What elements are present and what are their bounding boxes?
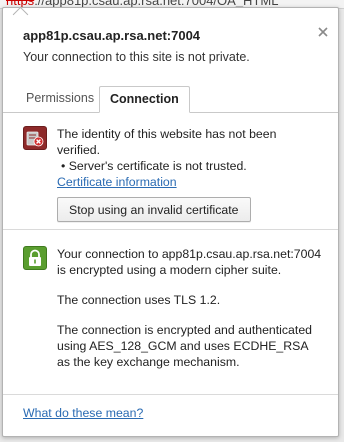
identity-bullet: • Server's certificate is not trusted. bbox=[61, 159, 247, 173]
popup-arrow bbox=[12, 6, 29, 23]
close-icon[interactable] bbox=[316, 26, 330, 40]
connection-cipher-text: The connection is encrypted and authenti… bbox=[57, 323, 312, 369]
connection-encryption-text: Your connection to app81p.csau.ap.rsa.ne… bbox=[57, 247, 322, 277]
site-title: app81p.csau.ap.rsa.net:7004 bbox=[23, 28, 201, 43]
certificate-error-icon bbox=[23, 126, 47, 150]
site-subtitle: Your connection to this site is not priv… bbox=[23, 50, 250, 64]
popup-footer: What do these mean? bbox=[23, 406, 143, 420]
close-icon-glyph bbox=[318, 27, 328, 37]
certificate-error-glyph bbox=[26, 131, 44, 147]
connection-tls-text: The connection uses TLS 1.2. bbox=[57, 293, 221, 307]
connection-section: Your connection to app81p.csau.ap.rsa.ne… bbox=[23, 246, 322, 370]
tab-permissions[interactable]: Permissions bbox=[16, 86, 104, 111]
lock-icon bbox=[23, 246, 47, 270]
stop-using-invalid-certificate-button[interactable]: Stop using an invalid certificate bbox=[57, 197, 251, 222]
section-divider bbox=[3, 229, 338, 230]
tab-connection[interactable]: Connection bbox=[99, 86, 190, 113]
popup-header: app81p.csau.ap.rsa.net:7004 Your connect… bbox=[23, 28, 308, 65]
identity-heading: The identity of this website has not bee… bbox=[57, 127, 277, 157]
identity-text: The identity of this website has not bee… bbox=[57, 126, 322, 222]
footer-divider bbox=[3, 394, 338, 395]
tab-strip: Permissions Connection bbox=[3, 86, 338, 113]
lock-glyph bbox=[29, 249, 41, 266]
certificate-information-link[interactable]: Certificate information bbox=[57, 175, 177, 189]
what-do-these-mean-link[interactable]: What do these mean? bbox=[23, 406, 143, 420]
site-info-popup: app81p.csau.ap.rsa.net:7004 Your connect… bbox=[2, 6, 339, 437]
browser-window: https://app81p.csau.ap.rsa.net:7004/OA_H… bbox=[0, 0, 344, 442]
connection-text: Your connection to app81p.csau.ap.rsa.ne… bbox=[57, 246, 322, 370]
identity-section: The identity of this website has not bee… bbox=[23, 126, 322, 222]
